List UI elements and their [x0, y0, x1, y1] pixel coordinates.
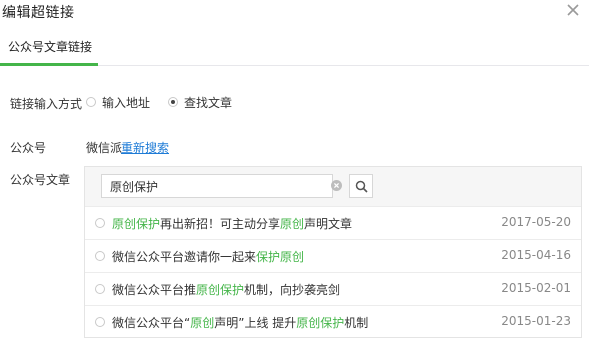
- dialog-title: 编辑超链接: [2, 5, 75, 21]
- article-title: 原创保护再出新招！可主动分享原创声明文章: [112, 217, 353, 231]
- article-radio[interactable]: [95, 218, 105, 228]
- article-row[interactable]: 微信公众平台推原创保护机制，向抄袭亮剑 2015-02-01: [85, 273, 581, 306]
- clear-icon: [331, 180, 342, 191]
- search-area: [85, 167, 581, 207]
- article-date: 2015-04-16: [501, 248, 571, 262]
- article-search-input[interactable]: [101, 174, 333, 198]
- tab-bar: 公众号文章链接: [0, 28, 589, 66]
- article-row[interactable]: 微信公众平台“原创声明”上线 提升原创保护机制 2015-01-23: [85, 306, 581, 339]
- article-date: 2015-01-23: [501, 314, 571, 328]
- article-title: 微信公众平台推原创保护机制，向抄袭亮剑: [112, 283, 341, 297]
- article-list: 原创保护再出新招！可主动分享原创声明文章 2017-05-20 微信公众平台邀请…: [85, 207, 581, 339]
- article-date: 2015-02-01: [501, 281, 571, 295]
- search-icon: [355, 180, 368, 193]
- link-method-label: 链接输入方式: [10, 97, 83, 111]
- active-tab-indicator: [0, 63, 98, 66]
- radio-enter-address-circle[interactable]: [86, 97, 96, 107]
- dialog-header: 编辑超链接: [0, 0, 589, 28]
- research-link[interactable]: 重新搜索: [121, 139, 169, 156]
- article-row[interactable]: 微信公众平台邀请你一起来保护原创 2015-04-16: [85, 240, 581, 273]
- article-radio[interactable]: [95, 251, 105, 261]
- articles-label: 公众号文章: [10, 173, 71, 187]
- article-title: 微信公众平台“原创声明”上线 提升原创保护机制: [112, 316, 369, 330]
- close-icon: [567, 4, 579, 16]
- article-title: 微信公众平台邀请你一起来保护原创: [112, 250, 305, 264]
- article-panel: 原创保护再出新招！可主动分享原创声明文章 2017-05-20 微信公众平台邀请…: [84, 166, 582, 338]
- link-method-options: 输入地址 查找文章: [86, 94, 250, 111]
- article-date: 2017-05-20: [501, 215, 571, 229]
- account-label: 公众号: [10, 141, 47, 155]
- radio-find-article-label: 查找文章: [184, 95, 233, 110]
- radio-find-article[interactable]: 查找文章: [168, 94, 232, 111]
- article-radio[interactable]: [95, 284, 105, 294]
- account-name: 微信派: [86, 141, 123, 155]
- search-button[interactable]: [349, 174, 373, 198]
- radio-enter-address[interactable]: 输入地址: [86, 94, 150, 111]
- radio-enter-address-label: 输入地址: [102, 95, 151, 110]
- radio-find-article-circle[interactable]: [168, 97, 179, 107]
- clear-search-button[interactable]: [331, 180, 342, 191]
- tab-article-link[interactable]: 公众号文章链接: [8, 38, 92, 55]
- close-button[interactable]: [565, 2, 581, 18]
- article-row[interactable]: 原创保护再出新招！可主动分享原创声明文章 2017-05-20: [85, 207, 581, 240]
- article-radio[interactable]: [95, 317, 105, 327]
